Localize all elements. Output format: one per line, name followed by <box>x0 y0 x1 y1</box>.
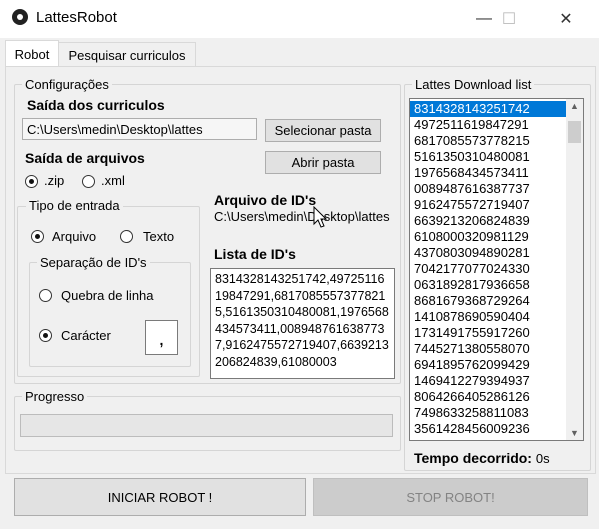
mouse-cursor-icon <box>313 205 329 230</box>
arquivo-label: Arquivo <box>52 229 97 244</box>
texto-label: Texto <box>143 229 175 244</box>
download-list-item[interactable]: 4972511619847291 <box>410 117 567 133</box>
selecionar-pasta-button[interactable]: Selecionar pasta <box>265 119 381 142</box>
title-bar: LattesRobot — ☐ ✕ <box>0 0 599 38</box>
download-list-item[interactable]: 6941895762099429 <box>410 357 567 373</box>
quebra-linha-radio[interactable] <box>39 289 52 302</box>
download-list-item[interactable]: 6639213206824839 <box>410 213 567 229</box>
download-list-item[interactable]: 3561428456009236 <box>410 421 567 437</box>
scroll-down-icon[interactable]: ▼ <box>570 428 579 438</box>
arquivo-ids-label: Arquivo de ID's <box>214 192 317 208</box>
tipo-entrada-legend: Tipo de entrada <box>26 198 123 213</box>
close-button[interactable]: ✕ <box>543 4 589 34</box>
download-list-item[interactable]: 7445271380558070 <box>410 341 567 357</box>
saida-arquivos-label: Saída de arquivos <box>25 150 145 166</box>
saida-curriculos-field[interactable]: C:\Users\medin\Desktop\lattes <box>22 118 257 140</box>
app-icon <box>12 9 28 25</box>
abrir-pasta-button[interactable]: Abrir pasta <box>265 151 381 174</box>
scroll-thumb[interactable] <box>568 121 581 143</box>
zip-label: .zip <box>44 173 65 188</box>
caracter-label: Carácter <box>61 328 111 343</box>
download-list-item[interactable]: 0089487616387737 <box>410 181 567 197</box>
saida-curriculos-label: Saída dos curriculos <box>27 97 165 113</box>
download-list-item[interactable]: 6817085573778215 <box>410 133 567 149</box>
tab-robot-label: Robot <box>14 47 50 62</box>
download-list-item[interactable]: 7042177077024330 <box>410 261 567 277</box>
elapsed-value: 0s <box>535 451 550 466</box>
download-list-item[interactable]: 7498633258811083 <box>410 405 567 421</box>
download-list-item[interactable]: 9162475572719407 <box>410 197 567 213</box>
tab-pesquisar-label: Pesquisar curriculos <box>68 47 186 63</box>
xml-label: .xml <box>101 173 125 188</box>
download-list-scrollbar[interactable]: ▲ ▼ <box>566 99 583 440</box>
separacao-legend: Separação de ID's <box>37 255 150 270</box>
stop-robot-button[interactable]: STOP ROBOT! <box>313 478 588 516</box>
xml-radio[interactable] <box>82 175 95 188</box>
caracter-radio[interactable] <box>39 329 52 342</box>
arquivo-ids-path: C:\Users\medin\Desktop\lattes <box>214 209 390 224</box>
download-list-item[interactable]: 1410878690590404 <box>410 309 567 325</box>
download-list-item[interactable]: 8681679368729264 <box>410 293 567 309</box>
tab-pesquisar-curriculos[interactable]: Pesquisar curriculos <box>58 42 196 67</box>
elapsed-time: Tempo decorrido: 0s <box>414 450 550 466</box>
download-list-items: 8314328143251742 4972511619847291 68170855… <box>410 101 567 437</box>
zip-radio[interactable] <box>25 175 38 188</box>
arquivo-radio[interactable] <box>31 230 44 243</box>
download-list-item[interactable]: 0631892817936658 <box>410 277 567 293</box>
progress-bar <box>20 414 393 437</box>
download-list-item[interactable]: 5161350310480081 <box>410 149 567 165</box>
download-list-legend: Lattes Download list <box>412 77 535 92</box>
download-listbox[interactable]: 8314328143251742 4972511619847291 68170855… <box>409 98 584 441</box>
lista-ids-label: Lista de ID's <box>214 246 296 262</box>
maximize-button[interactable]: ☐ <box>486 4 532 34</box>
download-list-item[interactable]: 1731491755917260 <box>410 325 567 341</box>
download-list-item[interactable]: 1976568434573411 <box>410 165 567 181</box>
download-list-item[interactable]: 4370803094890281 <box>410 245 567 261</box>
lista-ids-textarea[interactable]: 8314328143251742,4972511619847291,681708… <box>210 268 395 379</box>
quebra-linha-label: Quebra de linha <box>61 288 154 303</box>
tab-robot[interactable]: Robot <box>5 40 59 68</box>
texto-radio[interactable] <box>120 230 133 243</box>
download-list-item[interactable]: 1469412279394937 <box>410 373 567 389</box>
scroll-up-icon[interactable]: ▲ <box>570 101 579 111</box>
download-list-item[interactable]: 8064266405286126 <box>410 389 567 405</box>
progress-legend: Progresso <box>22 389 88 404</box>
start-robot-button[interactable]: INICIAR ROBOT ! <box>14 478 306 516</box>
caracter-field[interactable]: , <box>145 320 178 355</box>
config-legend: Configurações <box>22 77 112 92</box>
elapsed-label: Tempo decorrido: <box>414 450 532 466</box>
download-list-item[interactable]: 6108000320981129 <box>410 229 567 245</box>
download-list-item[interactable]: 8314328143251742 <box>410 101 567 117</box>
window-title: LattesRobot <box>36 9 117 26</box>
